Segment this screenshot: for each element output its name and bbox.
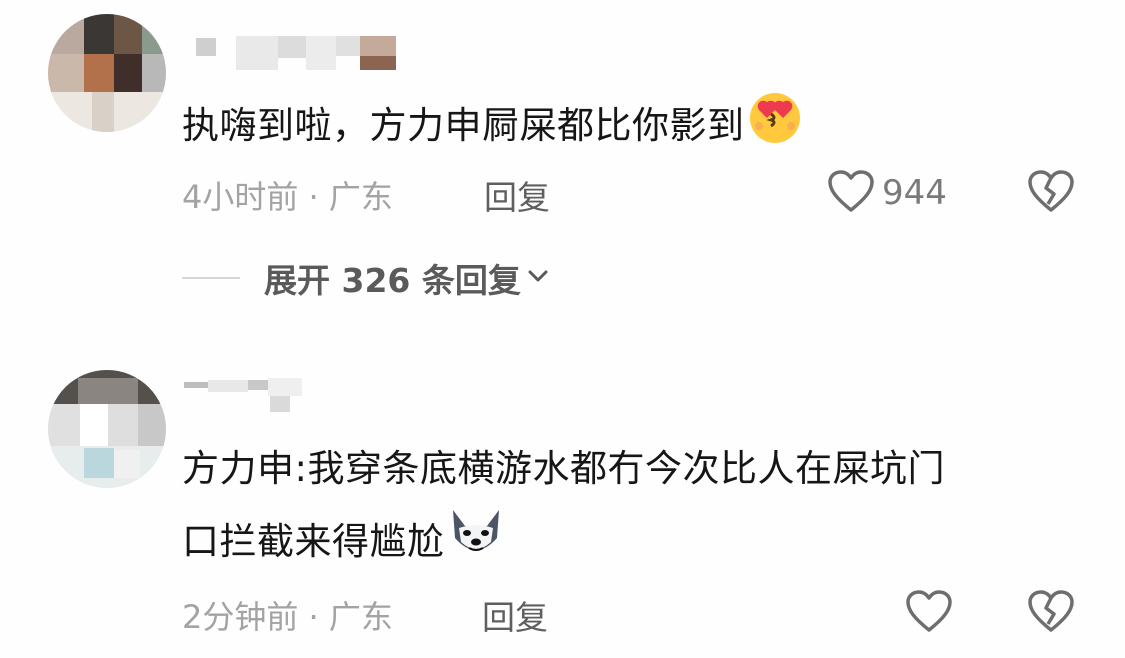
timestamp-location: 4小时前 · 广东 xyxy=(182,178,393,216)
username-pixelated[interactable] xyxy=(196,36,396,70)
like-count: 944 xyxy=(882,173,947,213)
heart-outline-icon xyxy=(826,168,876,218)
broken-heart-icon xyxy=(1026,588,1076,638)
comment-text-line1: 方力申:我穿条底横游水都冇今次比人在屎坑门 xyxy=(182,447,945,490)
avatar[interactable] xyxy=(48,370,166,488)
comment-2: 方力申:我穿条底横游水都冇今次比人在屎坑门 口拦截来得尴尬 2分钟前 · 广东 … xyxy=(0,330,1125,658)
username-pixelated[interactable] xyxy=(184,378,314,412)
reply-button[interactable]: 回复 xyxy=(482,591,548,639)
comment-1: 执嗨到啦，方力申屙屎都比你影到 4小时前 · 广东 回复 944 展开 326 … xyxy=(0,0,1125,330)
divider-line xyxy=(182,277,240,279)
dislike-button[interactable] xyxy=(1026,588,1076,638)
like-button[interactable]: 944 xyxy=(826,168,947,218)
like-button[interactable] xyxy=(904,588,960,638)
comment-text: 方力申:我穿条底横游水都冇今次比人在屎坑门 口拦截来得尴尬 xyxy=(182,434,945,583)
heart-outline-icon xyxy=(904,588,954,638)
avatar[interactable] xyxy=(48,14,166,132)
timestamp-location: 2分钟前 · 广东 xyxy=(182,598,393,636)
broken-heart-icon xyxy=(1026,168,1076,218)
dislike-button[interactable] xyxy=(1026,168,1076,218)
husky-dog-emoji xyxy=(445,504,507,583)
expand-replies-label: 展开 326 条回复 xyxy=(264,261,521,300)
expand-replies-button[interactable]: 展开 326 条回复 xyxy=(182,254,549,302)
heart-eyes-kiss-emoji xyxy=(745,88,805,167)
comment-text-line2: 口拦截来得尴尬 xyxy=(182,504,945,583)
comment-text: 执嗨到啦，方力申屙屎都比你影到 xyxy=(182,88,805,167)
chevron-down-icon xyxy=(527,268,549,288)
reply-button[interactable]: 回复 xyxy=(484,171,550,219)
